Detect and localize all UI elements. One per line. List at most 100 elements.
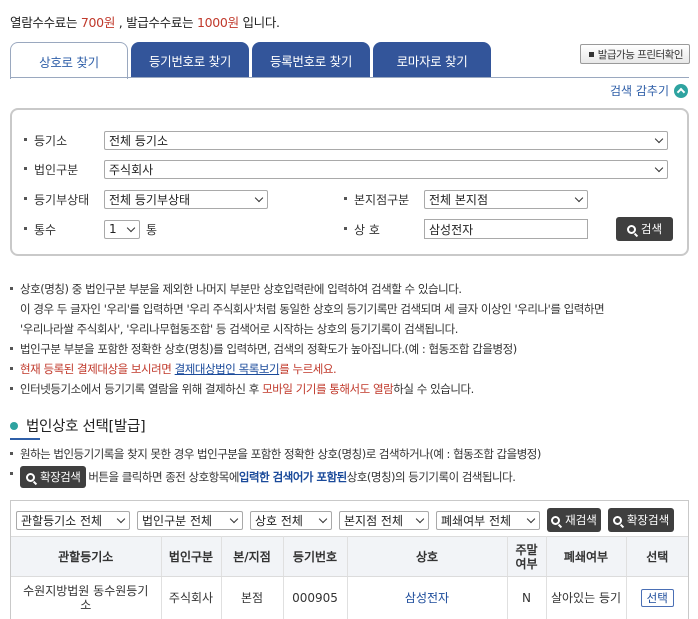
chevron-down-icon — [574, 193, 584, 202]
result-note-2: 확장검색 버튼을 클릭하면 종전 상호항목에 입력한 검색어가 포함된 상호(명… — [10, 464, 698, 490]
cell-name: 삼성전자 — [347, 576, 508, 619]
note-1: 상호(명칭) 중 법인구분 부분을 제외한 나머지 부분만 상호입력란에 입력하… — [10, 279, 690, 299]
filter-corp-type-select[interactable]: 법인구분 전체 — [137, 510, 243, 530]
result-note-1: 원하는 법인등기기록을 찾지 못한 경우 법인구분을 포함한 정확한 상호(명칭… — [10, 444, 698, 464]
section-underline — [10, 438, 40, 440]
note-1c: '우리나라쌀 주식회사', '우리나무협동조합' 등 검색어로 시작하는 상호의… — [20, 322, 458, 336]
result-table: 관할등기소 법인구분 본/지점 등기번호 상호 주말여부 폐쇄여부 선택 수원지… — [11, 536, 688, 619]
col-closed: 폐쇄여부 — [546, 536, 627, 577]
filter-closed-select[interactable]: 폐쇄여부 전체 — [436, 510, 540, 530]
expand-search-button[interactable]: 확장검색 — [608, 508, 674, 532]
filter-name-value: 상호 전체 — [255, 513, 303, 528]
chevron-down-icon — [229, 514, 239, 523]
reg-status-select[interactable]: 전체 등기부상태 — [104, 189, 268, 209]
tab-reg-no-search[interactable]: 등기번호로 찾기 — [131, 42, 249, 78]
col-weekend: 주말여부 — [507, 536, 547, 577]
note-2: 법인구분 부분을 포함한 정확한 상호(명칭)를 입력하면, 검색의 정확도가 … — [10, 339, 690, 359]
search-form: 등기소 전체 등기소 법인구분 주식회사 등기부상태 전체 등기부상태 본지점구… — [10, 108, 689, 256]
count-select-value: 1 — [109, 222, 117, 236]
corp-type-label: 법인구분 — [22, 161, 104, 178]
payment-target-list-link[interactable]: 결제대상법인 목록보기 — [175, 362, 280, 376]
cell-branch: 본점 — [221, 576, 284, 619]
research-button[interactable]: 재검색 — [547, 508, 601, 532]
registry-label: 등기소 — [22, 132, 104, 149]
printer-check-button[interactable]: 발급가능 프린터확인 — [579, 44, 690, 64]
search-notes: 상호(명칭) 중 법인구분 부분을 제외한 나머지 부분만 상호입력란에 입력하… — [10, 279, 690, 399]
chevron-down-icon — [415, 514, 425, 523]
fee-prefix: 열람수수료는 — [10, 15, 81, 30]
registry-select[interactable]: 전체 등기소 — [104, 130, 668, 150]
hide-search-toggle[interactable]: 검색 감추기 — [610, 82, 688, 99]
company-name-link[interactable]: 삼성전자 — [405, 591, 449, 605]
col-reg-no: 등기번호 — [283, 536, 348, 577]
registry-select-value: 전체 등기소 — [109, 133, 169, 148]
fee-notice: 열람수수료는 700원 , 발급수수료는 1000원 입니다. — [10, 12, 280, 31]
branch-select[interactable]: 전체 본지점 — [424, 189, 588, 209]
result-panel: 관할등기소 전체 법인구분 전체 상호 전체 본지점 전체 폐쇄여부 전체 재검… — [10, 500, 689, 619]
select-button[interactable]: 선택 — [640, 588, 674, 607]
filter-branch-value: 본지점 전체 — [344, 513, 404, 528]
fee-mid: , 발급수수료는 — [115, 15, 197, 30]
corp-type-select-value: 주식회사 — [109, 162, 154, 177]
tab-registration-no-search[interactable]: 등록번호로 찾기 — [252, 42, 370, 78]
filter-branch-select[interactable]: 본지점 전체 — [339, 510, 429, 530]
chevron-down-icon — [126, 223, 136, 232]
result-filters: 관할등기소 전체 법인구분 전체 상호 전체 본지점 전체 폐쇄여부 전체 재검… — [16, 508, 674, 532]
cell-closed: 살아있는 등기 — [546, 576, 627, 619]
corp-type-select[interactable]: 주식회사 — [104, 159, 668, 179]
search-button-label: 검색 — [640, 222, 663, 236]
result-note-2a: 버튼을 클릭하면 종전 상호항목에 — [88, 470, 239, 484]
reg-status-select-value: 전체 등기부상태 — [109, 192, 191, 207]
tab-name-search[interactable]: 상호로 찾기 — [10, 42, 128, 79]
chevron-down-icon — [654, 134, 664, 143]
cell-select: 선택 — [626, 577, 688, 619]
chevron-down-icon — [318, 514, 328, 523]
tab-underline — [10, 77, 689, 78]
note-3: 현재 등록된 결제대상을 보시려면 결제대상법인 목록보기를 누르세요. — [10, 359, 690, 379]
note-4a: 인터넷등기소에서 등기기록 열람을 위해 결제하신 후 — [20, 382, 263, 396]
filter-registry-select[interactable]: 관할등기소 전체 — [16, 510, 130, 530]
hide-search-label: 검색 감추기 — [609, 84, 669, 98]
note-3a: 현재 등록된 결제대상을 보시려면 — [20, 362, 175, 376]
result-notes: 원하는 법인등기기록을 찾지 못한 경우 법인구분을 포함한 정확한 상호(명칭… — [10, 444, 698, 490]
section-title-text: 법인상호 선택[발급] — [26, 419, 146, 435]
cell-registry: 수원지방법원 동수원등기소 — [11, 576, 162, 619]
chevron-up-icon — [674, 83, 688, 98]
chevron-down-icon — [526, 514, 536, 523]
search-icon — [612, 515, 622, 525]
inline-expand-search-button[interactable]: 확장검색 — [20, 466, 87, 488]
filter-closed-value: 폐쇄여부 전체 — [441, 513, 512, 528]
fee-suffix: 입니다. — [238, 15, 280, 30]
table-header-row: 관할등기소 법인구분 본/지점 등기번호 상호 주말여부 폐쇄여부 선택 — [11, 536, 688, 577]
section-dot-icon — [10, 421, 18, 430]
note-3b: 를 누르세요. — [279, 362, 337, 376]
col-select: 선택 — [626, 536, 688, 577]
section-title: 법인상호 선택[발급] — [10, 415, 146, 436]
research-button-label: 재검색 — [565, 513, 597, 527]
col-registry: 관할등기소 — [11, 536, 162, 577]
reg-status-label: 등기부상태 — [22, 191, 104, 208]
result-note-2b: 상호(명칭)의 등기기록이 검색됩니다. — [346, 470, 516, 484]
note-4: 인터넷등기소에서 등기기록 열람을 위해 결제하신 후 모바일 기기를 통해서도… — [10, 379, 690, 399]
table-row: 수원지방법원 동수원등기소 주식회사 본점 000905 삼성전자 N 살아있는… — [11, 576, 688, 619]
filter-corp-type-value: 법인구분 전체 — [142, 513, 213, 528]
count-select[interactable]: 1 — [104, 219, 140, 239]
search-icon — [626, 224, 636, 234]
cell-reg-no: 000905 — [283, 576, 348, 619]
chevron-down-icon — [116, 514, 126, 523]
expand-search-label: 확장검색 — [626, 513, 670, 527]
search-icon — [26, 472, 35, 482]
result-note-2-bold: 입력한 검색어가 포함된 — [238, 470, 347, 484]
search-button[interactable]: 검색 — [616, 217, 673, 241]
count-unit: 통 — [146, 222, 158, 237]
name-input-value: 삼성전자 — [429, 222, 474, 237]
search-icon — [551, 515, 561, 525]
col-corp-type: 법인구분 — [161, 536, 222, 577]
name-label: 상 호 — [342, 221, 424, 238]
tab-roman-search[interactable]: 로마자로 찾기 — [373, 42, 491, 78]
search-tabs: 상호로 찾기 등기번호로 찾기 등록번호로 찾기 로마자로 찾기 — [10, 42, 494, 79]
filter-name-select[interactable]: 상호 전체 — [250, 510, 332, 530]
name-input[interactable]: 삼성전자 — [424, 219, 588, 239]
chevron-down-icon — [254, 193, 264, 202]
issue-fee: 1000원 — [196, 15, 239, 30]
